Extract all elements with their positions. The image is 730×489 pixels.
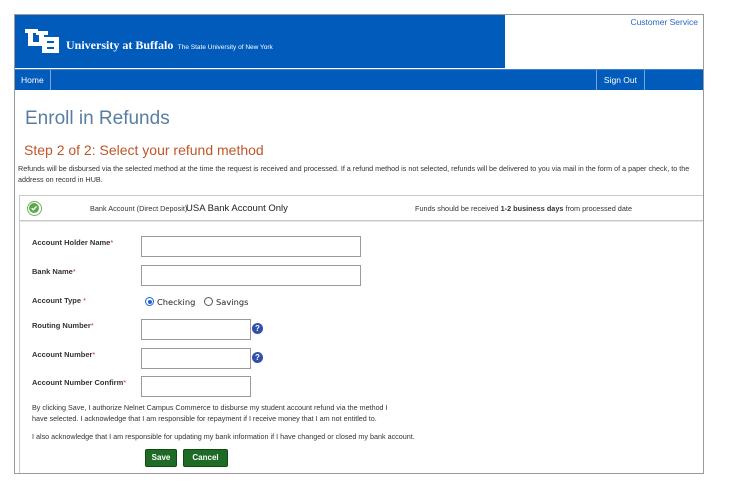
nav-bar: Home Sign Out — [15, 69, 703, 90]
account-number-confirm-input[interactable] — [141, 376, 251, 397]
checking-radio-label[interactable]: Checking — [157, 297, 195, 307]
cancel-button[interactable]: Cancel — [183, 449, 228, 467]
brand-main: University at Buffalo — [66, 38, 174, 52]
account-number-input[interactable] — [141, 348, 251, 369]
account-confirm-label-text: Account Number Confirm — [32, 378, 124, 387]
step-title: Step 2 of 2: Select your refund method — [24, 142, 264, 158]
required-marker: * — [123, 378, 127, 387]
account-confirm-label: Account Number Confirm* — [32, 378, 126, 387]
required-marker: * — [110, 238, 114, 247]
routing-help-icon[interactable]: ? — [252, 323, 263, 334]
bank-name-label: Bank Name* — [32, 267, 76, 276]
account-holder-label-text: Account Holder Name — [32, 238, 111, 247]
method-name: USA Bank Account Only — [186, 202, 288, 214]
header-banner: University at Buffalo The State Universi… — [15, 15, 505, 68]
account-type-radio-group: Checking Savings — [145, 297, 254, 307]
routing-number-label: Routing Number* — [32, 321, 94, 330]
account-holder-name-input[interactable] — [141, 236, 361, 257]
routing-number-input[interactable] — [141, 319, 251, 340]
customer-service-link[interactable]: Customer Service — [630, 17, 698, 27]
account-type-label-text: Account Type — [32, 296, 84, 305]
required-marker: * — [83, 296, 87, 305]
nav-sign-out-link[interactable]: Sign Out — [595, 70, 645, 90]
routing-number-label-text: Routing Number — [32, 321, 91, 330]
bank-name-label-text: Bank Name — [32, 267, 73, 276]
account-number-help-icon[interactable]: ? — [252, 352, 263, 363]
save-button[interactable]: Save — [145, 449, 177, 467]
intro-text: Refunds will be disbursed via the select… — [18, 164, 690, 184]
authorization-text: By clicking Save, I authorize Nelnet Cam… — [32, 403, 388, 423]
method-label: Bank Account (Direct Deposit) — [90, 204, 188, 213]
savings-radio-label[interactable]: Savings — [216, 297, 248, 307]
brand-sub: The State University of New York — [177, 44, 273, 51]
method-note-prefix: Funds should be received — [415, 204, 501, 213]
refund-method-option[interactable]: Bank Account (Direct Deposit) USA Bank A… — [19, 195, 703, 221]
method-note: Funds should be received 1-2 business da… — [415, 204, 632, 213]
account-type-label: Account Type * — [32, 296, 86, 305]
account-number-label-text: Account Number — [32, 350, 93, 359]
account-holder-label: Account Holder Name* — [32, 238, 113, 247]
ub-logo-icon — [25, 29, 59, 53]
brand-text: University at Buffalo The State Universi… — [66, 36, 273, 54]
required-marker: * — [90, 321, 94, 330]
acknowledgement-text: I also acknowledge that I am responsible… — [32, 432, 415, 441]
savings-radio[interactable] — [204, 297, 213, 306]
page-title: Enroll in Refunds — [25, 108, 170, 129]
method-note-suffix: from processed date — [563, 204, 633, 213]
nav-home-link[interactable]: Home — [15, 70, 51, 90]
required-marker: * — [72, 267, 76, 276]
method-note-bold: 1-2 business days — [500, 204, 564, 213]
account-number-label: Account Number* — [32, 350, 95, 359]
required-marker: * — [92, 350, 96, 359]
bank-name-input[interactable] — [141, 265, 361, 286]
check-circle-icon — [27, 201, 42, 216]
checking-radio[interactable] — [145, 297, 154, 306]
